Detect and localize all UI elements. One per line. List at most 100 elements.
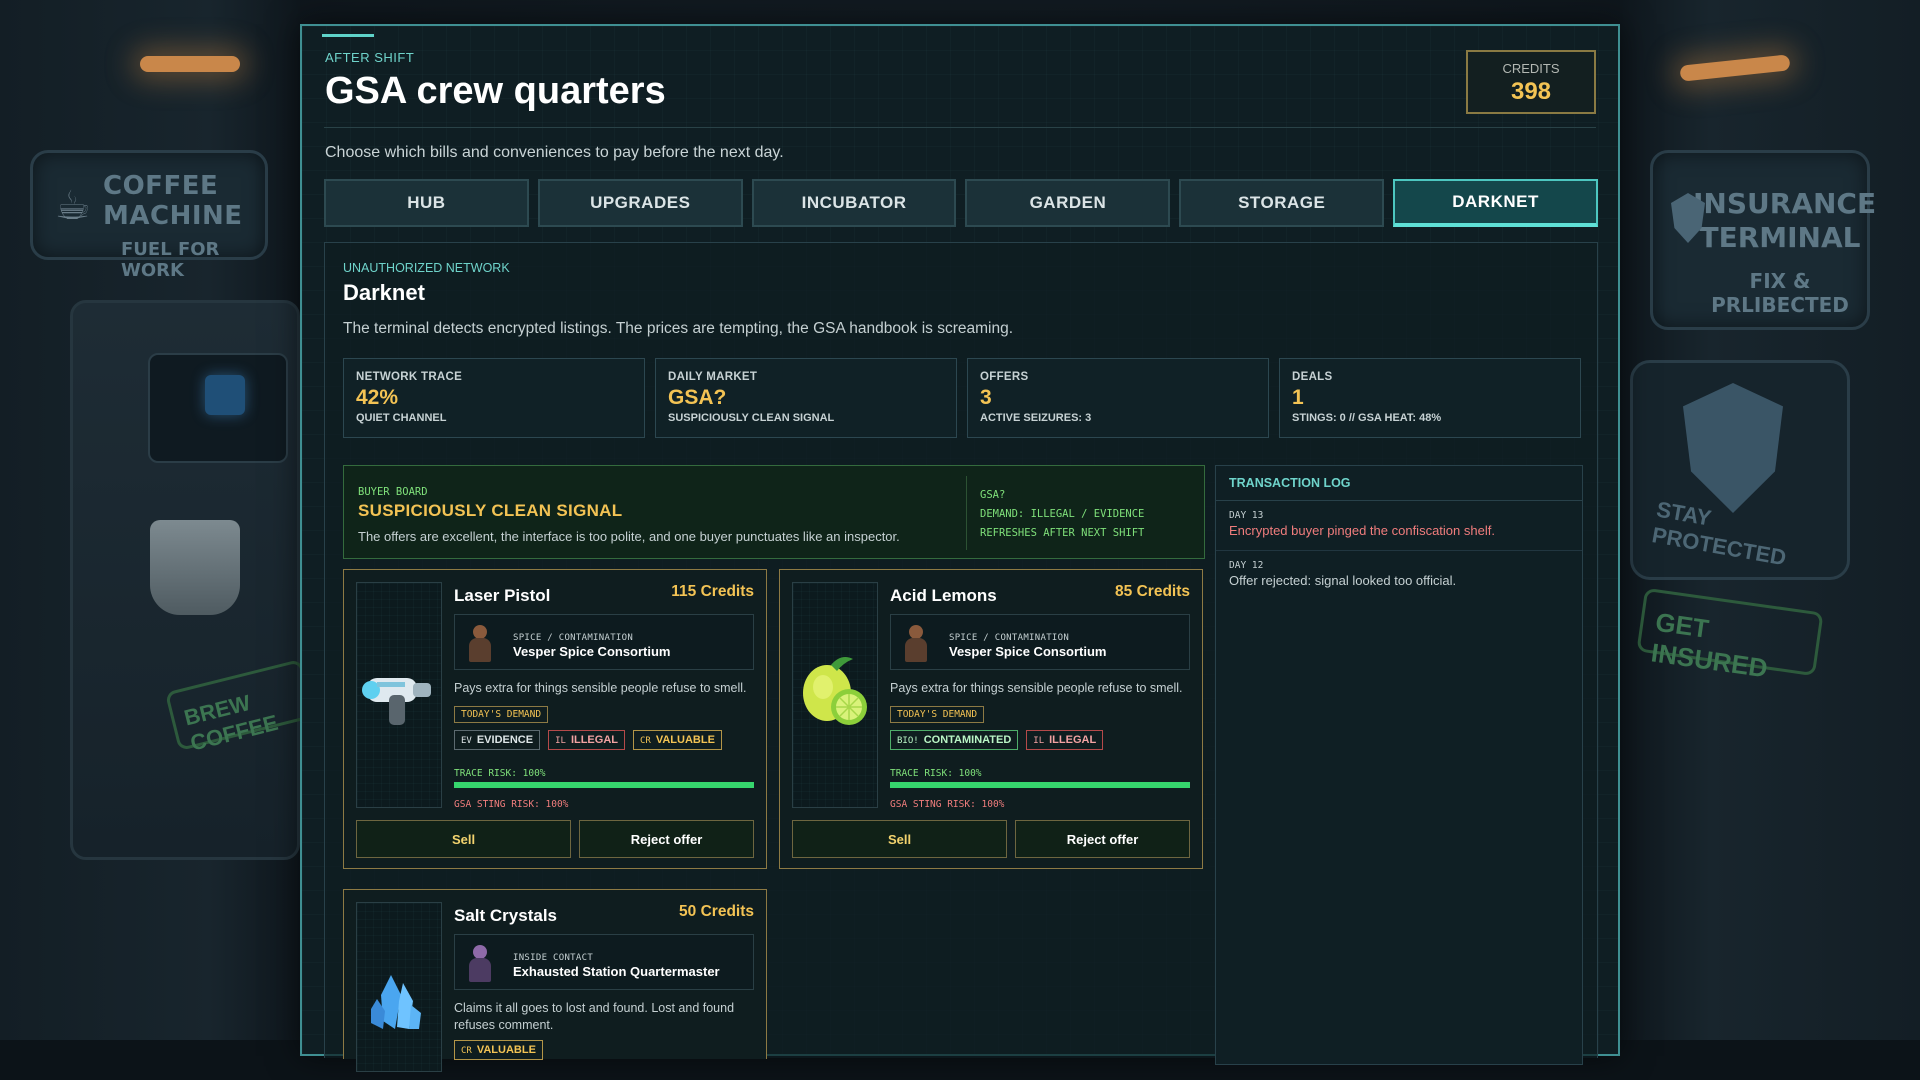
tab-hub[interactable]: HUB	[324, 179, 529, 227]
stat-daily-market: DAILY MARKET GSA? SUSPICIOUSLY CLEAN SIG…	[655, 358, 957, 438]
item-price: 115 Credits	[671, 583, 754, 600]
buyer-name: Vesper Spice Consortium	[513, 644, 671, 659]
item-price: 85 Credits	[1115, 583, 1190, 600]
buyer-description: Claims it all goes to lost and found. Lo…	[454, 1001, 735, 1032]
buyer-portrait	[467, 623, 493, 663]
buyer-name: Exhausted Station Quartermaster	[513, 964, 720, 979]
tag-valuable: CR VALUABLE	[633, 730, 722, 750]
tab-incubator[interactable]: INCUBATOR	[751, 179, 957, 227]
gsa-mug	[150, 520, 240, 615]
buyer-board-title: SUSPICIOUSLY CLEAN SIGNAL	[358, 501, 623, 520]
item-image-frame	[356, 902, 442, 1072]
stat-subtext: ACTIVE SEIZURES: 3	[980, 412, 1092, 424]
background-left-wall: ☕ COFFEE MACHINE FUEL FOR WORK BREW COFF…	[0, 0, 316, 1080]
insurance-sign-subtitle: FIX & PRLIBECTED	[1711, 269, 1849, 317]
coffee-cup-icon: ☕	[55, 183, 91, 229]
trace-risk-fill	[454, 782, 754, 788]
buyer-board-description: The offers are excellent, the interface …	[358, 529, 900, 544]
laser-pistol-icon	[362, 678, 431, 725]
offer-card-acid-lemons: Acid Lemons 85 Credits SPICE / CONTAMINA…	[779, 569, 1203, 869]
trace-risk-bar	[890, 782, 1190, 788]
demand-line: DEMAND: ILLEGAL / EVIDENCE	[980, 508, 1145, 520]
coffee-machine-sign: ☕ COFFEE MACHINE FUEL FOR WORK	[30, 150, 268, 281]
buyer-description: Pays extra for things sensible people re…	[454, 681, 747, 695]
transaction-log-title: TRANSACTION LOG	[1229, 476, 1351, 490]
log-text: Offer rejected: signal looked too offici…	[1229, 573, 1457, 588]
buyer-board-divider	[966, 476, 967, 550]
stat-label: NETWORK TRACE	[356, 371, 463, 383]
log-entry: DAY 12 Offer rejected: signal looked too…	[1229, 560, 1569, 588]
stat-value: 42%	[356, 386, 399, 409]
item-image-frame	[356, 582, 442, 808]
item-name: Acid Lemons	[890, 586, 997, 605]
section-kicker: UNAUTHORIZED NETWORK	[343, 261, 510, 275]
tab-upgrades[interactable]: UPGRADES	[537, 179, 743, 227]
log-day: DAY 12	[1229, 560, 1264, 571]
sell-button[interactable]: Sell	[792, 820, 1007, 858]
stat-label: DEALS	[1292, 371, 1333, 383]
sting-risk-label: GSA STING RISK: 100%	[454, 799, 569, 810]
insurance-terminal-sign: INSURANCE TERMINAL FIX & PRLIBECTED	[1650, 150, 1877, 330]
tag-illegal: IL ILLEGAL	[1026, 730, 1104, 750]
coffee-machine-panel	[148, 353, 288, 463]
stat-deals: DEALS 1 STINGS: 0 // GSA HEAT: 48%	[1279, 358, 1581, 438]
tab-garden[interactable]: GARDEN	[965, 179, 1171, 227]
ceiling-lamp	[140, 56, 240, 72]
log-divider	[1216, 500, 1582, 501]
stats-row: NETWORK TRACE 42% QUIET CHANNEL DAILY MA…	[343, 358, 1581, 438]
buyer-board-kicker: BUYER BOARD	[358, 486, 428, 498]
item-name: Salt Crystals	[454, 906, 557, 925]
offer-card-salt-crystals: Salt Crystals 50 Credits INSIDE CONTACT …	[343, 889, 767, 1072]
trace-risk-label: TRACE RISK: 100%	[454, 768, 546, 779]
log-text: Encrypted buyer pinged the confiscation …	[1229, 523, 1495, 538]
item-image-frame	[792, 582, 878, 808]
buyer-info: SPICE / CONTAMINATION Vesper Spice Conso…	[454, 614, 754, 670]
stay-protected-label: STAY PROTECTED	[1650, 496, 1789, 571]
coffee-sign-title: COFFEE MACHINE	[103, 171, 243, 231]
log-divider	[1216, 550, 1582, 551]
stat-subtext: SUSPICIOUSLY CLEAN SIGNAL	[668, 412, 835, 424]
stat-network-trace: NETWORK TRACE 42% QUIET CHANNEL	[343, 358, 645, 438]
reject-offer-button[interactable]: Reject offer	[579, 820, 754, 858]
buyer-info: INSIDE CONTACT Exhausted Station Quarter…	[454, 934, 754, 990]
tag-illegal: IL ILLEGAL	[548, 730, 625, 750]
credits-display: CREDITS 398	[1466, 50, 1596, 114]
item-name: Laser Pistol	[454, 586, 551, 605]
stat-value: 3	[980, 386, 992, 409]
transaction-log: TRANSACTION LOG DAY 13 Encrypted buyer p…	[1215, 465, 1583, 1065]
section-title: Darknet	[343, 280, 425, 305]
tab-bar: HUB UPGRADES INCUBATOR GARDEN STORAGE DA…	[324, 179, 1598, 227]
trace-risk-label: TRACE RISK: 100%	[890, 768, 982, 779]
buyer-portrait	[467, 943, 493, 983]
star-shield-icon	[1683, 383, 1783, 513]
page-title: GSA crew quarters	[325, 70, 666, 112]
offer-card-laser-pistol: Laser Pistol 115 Credits SPICE / CONTAMI…	[343, 569, 767, 869]
trace-risk-bar	[454, 782, 754, 788]
tag-evidence: EV EVIDENCE	[454, 730, 541, 750]
stat-label: OFFERS	[980, 371, 1029, 383]
buyer-description: Pays extra for things sensible people re…	[890, 681, 1183, 695]
credits-value: 398	[1510, 78, 1552, 105]
tag-valuable: CR VALUABLE	[454, 1040, 543, 1060]
buyer-type: SPICE / CONTAMINATION	[949, 633, 1070, 643]
credits-label: CREDITS	[1502, 61, 1560, 76]
log-day: DAY 13	[1229, 510, 1264, 521]
insurance-terminal-screen: STAY PROTECTED	[1630, 360, 1850, 580]
tab-darknet[interactable]: DARKNET	[1393, 179, 1598, 227]
log-entry: DAY 13 Encrypted buyer pinged the confis…	[1229, 510, 1569, 538]
buyer-portrait	[903, 623, 929, 663]
item-price: 50 Credits	[679, 903, 754, 920]
stat-subtext: STINGS: 0 // GSA HEAT: 48%	[1292, 412, 1442, 424]
coffee-machine-screen	[205, 375, 245, 415]
crew-quarters-panel: AFTER SHIFT GSA crew quarters CREDITS 39…	[300, 24, 1620, 1072]
header-kicker: AFTER SHIFT	[325, 50, 415, 65]
sting-risk-label: GSA STING RISK: 100%	[890, 799, 1005, 810]
tab-storage[interactable]: STORAGE	[1179, 179, 1385, 227]
crystal-icon	[371, 975, 421, 1029]
sell-button[interactable]: Sell	[356, 820, 571, 858]
insurance-sign-title: INSURANCE TERMINAL	[1693, 187, 1877, 254]
lemon-icon	[803, 657, 867, 725]
reject-offer-button[interactable]: Reject offer	[1015, 820, 1190, 858]
stat-subtext: QUIET CHANNEL	[356, 412, 447, 424]
get-insured-label: GET INSURED	[1636, 587, 1824, 683]
